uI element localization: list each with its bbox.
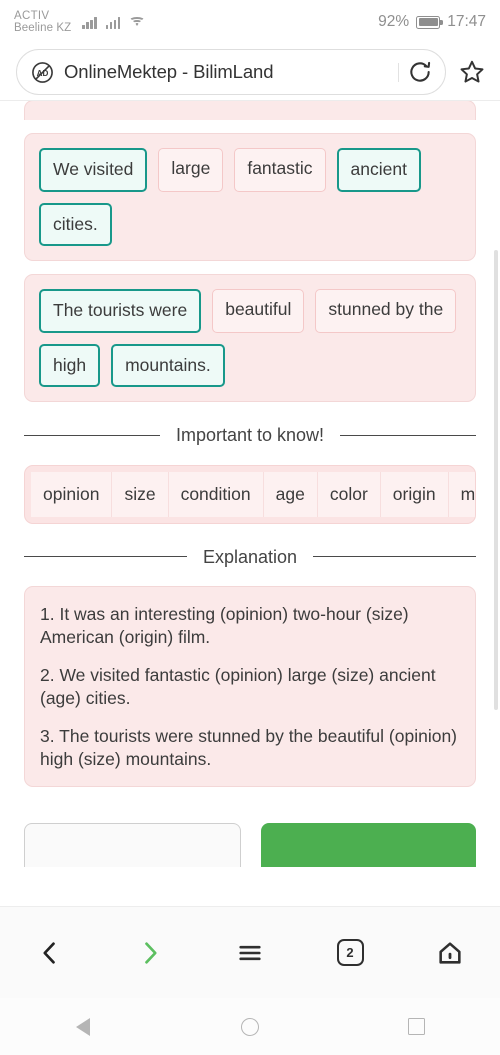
sentence-card: The tourists were beautiful stunned by t…	[24, 274, 476, 402]
hamburger-menu-icon	[239, 945, 261, 960]
chevron-left-icon	[43, 941, 55, 964]
divider-rule-right	[313, 556, 477, 558]
order-cell: material	[448, 471, 475, 517]
divider-rule-right	[340, 434, 477, 436]
status-right-group: 92% 17:47	[378, 13, 486, 31]
explanation-item: 2. We visited fantastic (opinion) large …	[40, 664, 436, 709]
word-chip[interactable]: beautiful	[212, 289, 305, 333]
primary-action-button[interactable]	[261, 822, 476, 867]
important-to-know-divider: Important to know!	[24, 424, 477, 447]
status-bar: ACTIV Beeline KZ 92% 17:47	[0, 0, 500, 44]
chip-row: The tourists were beautiful stunned by t…	[39, 289, 463, 387]
explanation-divider: Explanation	[24, 546, 477, 569]
order-cell: origin	[380, 471, 449, 517]
url-divider	[398, 62, 399, 82]
forward-button[interactable]	[100, 907, 200, 998]
browser-url-bar-row: AD OnlineMektep - BilimLand	[0, 44, 500, 100]
word-chip[interactable]: The tourists were	[39, 289, 202, 333]
battery-icon	[416, 15, 443, 29]
page-action-buttons	[0, 822, 500, 867]
carrier-line-1: ACTIV	[14, 9, 50, 22]
url-bar[interactable]: AD OnlineMektep - BilimLand	[16, 49, 446, 95]
explanation-item: 3. The tourists were stunned by the beau…	[40, 725, 458, 770]
web-page-viewport: We visited large fantastic ancient citie…	[0, 100, 500, 906]
word-chip[interactable]: mountains.	[111, 343, 225, 387]
word-chip[interactable]: high	[39, 343, 101, 387]
order-cell: size	[112, 471, 169, 517]
word-chip[interactable]: We visited	[39, 148, 148, 192]
bookmark-star-icon[interactable]	[458, 58, 486, 86]
page-top-hairline	[0, 100, 500, 101]
page-title: OnlineMektep - BilimLand	[64, 61, 274, 82]
home-button[interactable]	[400, 907, 500, 998]
tabs-button[interactable]: 2	[300, 907, 400, 998]
triangle-back-icon	[76, 1017, 91, 1036]
order-cell: age	[263, 471, 318, 517]
word-chip[interactable]: stunned by the	[315, 289, 457, 333]
phone-screen: ACTIV Beeline KZ 92% 17:47 AD OnlineMekt…	[0, 0, 500, 1055]
order-cell: color	[317, 471, 381, 517]
battery-percent-label: 92%	[378, 13, 410, 30]
reload-icon[interactable]	[403, 55, 437, 89]
previous-sentence-card-clipped	[24, 100, 476, 120]
square-recents-icon	[408, 1018, 426, 1035]
android-home-button[interactable]	[167, 1017, 334, 1036]
explanation-item: 1. It was an interesting (opinion) two-h…	[40, 604, 409, 648]
adjective-order-card[interactable]: opinion size condition age color origin …	[24, 464, 476, 524]
divider-label: Important to know!	[175, 425, 325, 445]
adblock-icon[interactable]: AD	[31, 61, 54, 84]
divider-label: Explanation	[202, 546, 298, 567]
word-chip[interactable]: fantastic	[234, 148, 326, 192]
clock-label: 17:47	[447, 13, 486, 30]
divider-rule-left	[24, 556, 187, 558]
wifi-icon	[129, 16, 146, 29]
order-cell: opinion	[31, 471, 113, 517]
android-back-button[interactable]	[0, 1017, 167, 1036]
divider-rule-left	[24, 434, 160, 436]
back-button[interactable]	[0, 907, 100, 998]
chip-row: We visited large fantastic ancient citie…	[39, 148, 463, 246]
adjective-order-table: opinion size condition age color origin …	[31, 471, 475, 517]
word-chip[interactable]: cities.	[39, 202, 112, 246]
word-chip[interactable]: ancient	[336, 148, 421, 192]
word-chip[interactable]: large	[158, 148, 224, 192]
browser-bottom-toolbar: 2	[0, 906, 500, 998]
circle-home-icon	[241, 1017, 259, 1036]
home-icon	[439, 941, 461, 964]
explanation-card: 1. It was an interesting (opinion) two-h…	[24, 586, 476, 787]
signal-bars-sim2-icon	[105, 16, 121, 29]
status-signal-icons	[82, 16, 146, 29]
menu-button[interactable]	[200, 907, 300, 998]
carrier-label: ACTIV Beeline KZ	[14, 10, 71, 34]
tab-count-badge: 2	[336, 939, 364, 966]
order-cell: condition	[168, 471, 264, 517]
page-scrollbar[interactable]	[494, 250, 498, 710]
signal-bars-sim1-icon	[82, 16, 97, 29]
page-content: We visited large fantastic ancient citie…	[0, 100, 500, 787]
carrier-line-2: Beeline KZ	[14, 22, 72, 34]
android-recents-button[interactable]	[333, 1018, 500, 1035]
sentence-card: We visited large fantastic ancient citie…	[24, 133, 476, 261]
secondary-action-button[interactable]	[24, 822, 241, 867]
chevron-right-icon	[145, 941, 157, 964]
android-navigation-bar	[0, 998, 500, 1055]
